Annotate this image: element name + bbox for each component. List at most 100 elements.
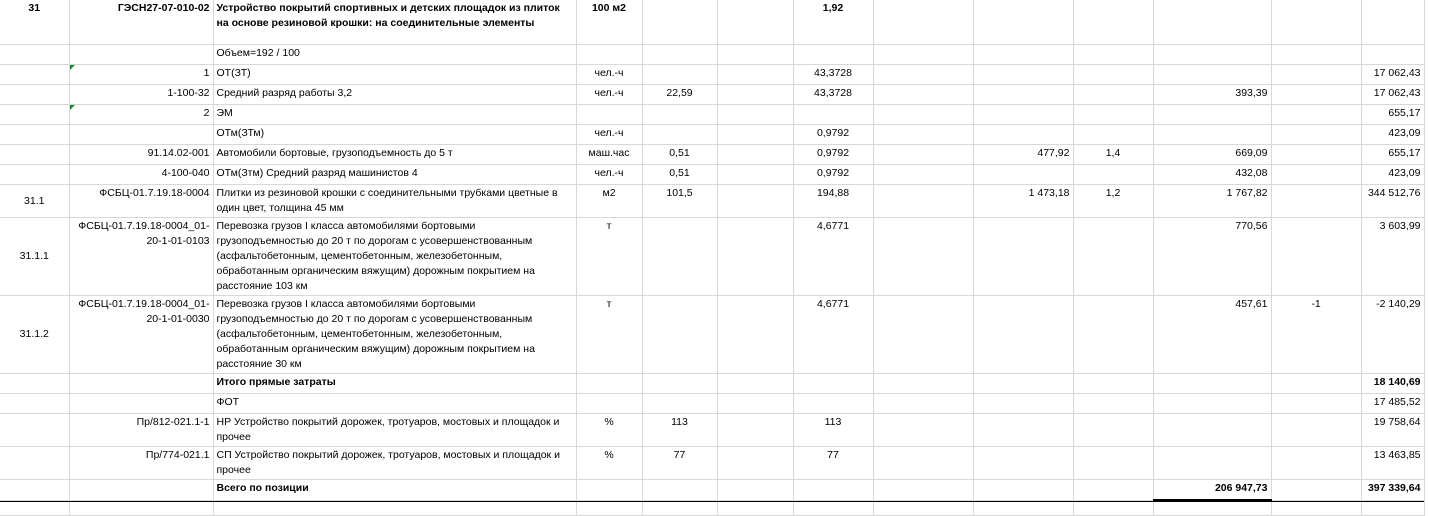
cell-r4-c8[interactable] [973,104,1074,125]
cell-r7-c1[interactable]: 4-100-040 [69,164,214,185]
cell-r7-c12[interactable]: 423,09 [1361,164,1425,185]
cell-r1-c10[interactable] [1153,44,1272,65]
cell-r16-c11[interactable] [1271,500,1362,516]
cell-r3-c2[interactable]: Средний разряд работы 3,2 [213,84,577,105]
cell-r14-c4[interactable]: 77 [642,446,718,480]
cell-r14-c1[interactable]: Пр/774-021.1 [69,446,214,480]
cell-r10-c2[interactable]: Перевозка грузов I класса автомобилями б… [213,295,577,374]
cell-r8-c1[interactable]: ФСБЦ-01.7.19.18-0004 [69,184,214,218]
cell-r11-c4[interactable] [642,373,718,394]
cell-r14-c10[interactable] [1153,446,1272,480]
cell-r15-c7[interactable] [873,479,974,501]
cell-r2-c3[interactable]: чел.-ч [576,64,643,85]
cell-r13-c5[interactable] [717,413,794,447]
cell-r0-c12[interactable] [1361,0,1425,45]
cell-r16-c0[interactable] [0,500,70,516]
cell-r14-c3[interactable]: % [576,446,643,480]
cell-r15-c0[interactable] [0,479,70,501]
cell-r3-c9[interactable] [1073,84,1154,105]
cell-r10-c5[interactable] [717,295,794,374]
cell-r0-c6[interactable]: 1,92 [793,0,874,45]
cell-r0-c3[interactable]: 100 м2 [576,0,643,45]
cell-r3-c1[interactable]: 1-100-32 [69,84,214,105]
cell-r9-c9[interactable] [1073,217,1154,296]
cell-r3-c6[interactable]: 43,3728 [793,84,874,105]
cell-r10-c11[interactable]: -1 [1271,295,1362,374]
cell-r16-c4[interactable] [642,500,718,516]
cell-r9-c6[interactable]: 4,6771 [793,217,874,296]
cell-r6-c1[interactable]: 91.14.02-001 [69,144,214,165]
cell-r5-c11[interactable] [1271,124,1362,145]
cell-r13-c8[interactable] [973,413,1074,447]
cell-r15-c4[interactable] [642,479,718,501]
cell-r9-c11[interactable] [1271,217,1362,296]
cell-r3-c12[interactable]: 17 062,43 [1361,84,1425,105]
cell-r6-c6[interactable]: 0,9792 [793,144,874,165]
cell-r12-c5[interactable] [717,393,794,414]
cell-r4-c1[interactable]: 2 [69,104,214,125]
cell-r7-c0[interactable] [0,164,70,185]
cell-r4-c6[interactable] [793,104,874,125]
cell-r14-c12[interactable]: 13 463,85 [1361,446,1425,480]
cell-r4-c4[interactable] [642,104,718,125]
cell-r9-c5[interactable] [717,217,794,296]
cell-r6-c12[interactable]: 655,17 [1361,144,1425,165]
cell-r13-c6[interactable]: 113 [793,413,874,447]
cell-r12-c6[interactable] [793,393,874,414]
cell-r2-c5[interactable] [717,64,794,85]
cell-r3-c5[interactable] [717,84,794,105]
cell-r16-c1[interactable] [69,500,214,516]
cell-r11-c5[interactable] [717,373,794,394]
cell-r5-c2[interactable]: ОТм(ЗТм) [213,124,577,145]
cell-r3-c10[interactable]: 393,39 [1153,84,1272,105]
cell-r4-c2[interactable]: ЭМ [213,104,577,125]
cell-r14-c6[interactable]: 77 [793,446,874,480]
cell-r8-c10[interactable]: 1 767,82 [1153,184,1272,218]
cell-r10-c4[interactable] [642,295,718,374]
cell-r11-c0[interactable] [0,373,70,394]
cell-r2-c2[interactable]: ОТ(ЗТ) [213,64,577,85]
cell-r4-c7[interactable] [873,104,974,125]
cell-r6-c8[interactable]: 477,92 [973,144,1074,165]
cell-r15-c5[interactable] [717,479,794,501]
cell-r9-c12[interactable]: 3 603,99 [1361,217,1425,296]
cell-r16-c9[interactable] [1073,500,1154,516]
cell-r16-c10[interactable] [1153,500,1272,516]
cell-r5-c6[interactable]: 0,9792 [793,124,874,145]
cell-r8-c11[interactable] [1271,184,1362,218]
cell-r7-c10[interactable]: 432,08 [1153,164,1272,185]
cell-r2-c9[interactable] [1073,64,1154,85]
cell-r1-c8[interactable] [973,44,1074,65]
cell-r3-c11[interactable] [1271,84,1362,105]
cell-r1-c3[interactable] [576,44,643,65]
cell-r6-c9[interactable]: 1,4 [1073,144,1154,165]
cell-r8-c5[interactable] [717,184,794,218]
cell-r12-c4[interactable] [642,393,718,414]
cell-r1-c7[interactable] [873,44,974,65]
cell-r12-c9[interactable] [1073,393,1154,414]
cell-r10-c3[interactable]: т [576,295,643,374]
cell-r6-c3[interactable]: маш.час [576,144,643,165]
cell-r0-c7[interactable] [873,0,974,45]
cell-r7-c3[interactable]: чел.-ч [576,164,643,185]
cell-r10-c0[interactable]: 31.1.2 [0,295,70,374]
cell-r0-c10[interactable] [1153,0,1272,45]
cell-r8-c4[interactable]: 101,5 [642,184,718,218]
cell-r7-c4[interactable]: 0,51 [642,164,718,185]
cell-r13-c11[interactable] [1271,413,1362,447]
cell-r15-c10[interactable]: 206 947,73 [1153,479,1272,501]
cell-r8-c9[interactable]: 1,2 [1073,184,1154,218]
cell-r10-c10[interactable]: 457,61 [1153,295,1272,374]
cell-r5-c4[interactable] [642,124,718,145]
cell-r11-c10[interactable] [1153,373,1272,394]
cell-r7-c6[interactable]: 0,9792 [793,164,874,185]
cell-r11-c12[interactable]: 18 140,69 [1361,373,1425,394]
cell-r16-c12[interactable] [1361,500,1425,516]
cell-r2-c7[interactable] [873,64,974,85]
cell-r13-c7[interactable] [873,413,974,447]
cell-r14-c9[interactable] [1073,446,1154,480]
cell-r4-c5[interactable] [717,104,794,125]
cell-r1-c2[interactable]: Объем=192 / 100 [213,44,577,65]
cell-r5-c1[interactable] [69,124,214,145]
cell-r13-c2[interactable]: НР Устройство покрытий дорожек, тротуаро… [213,413,577,447]
